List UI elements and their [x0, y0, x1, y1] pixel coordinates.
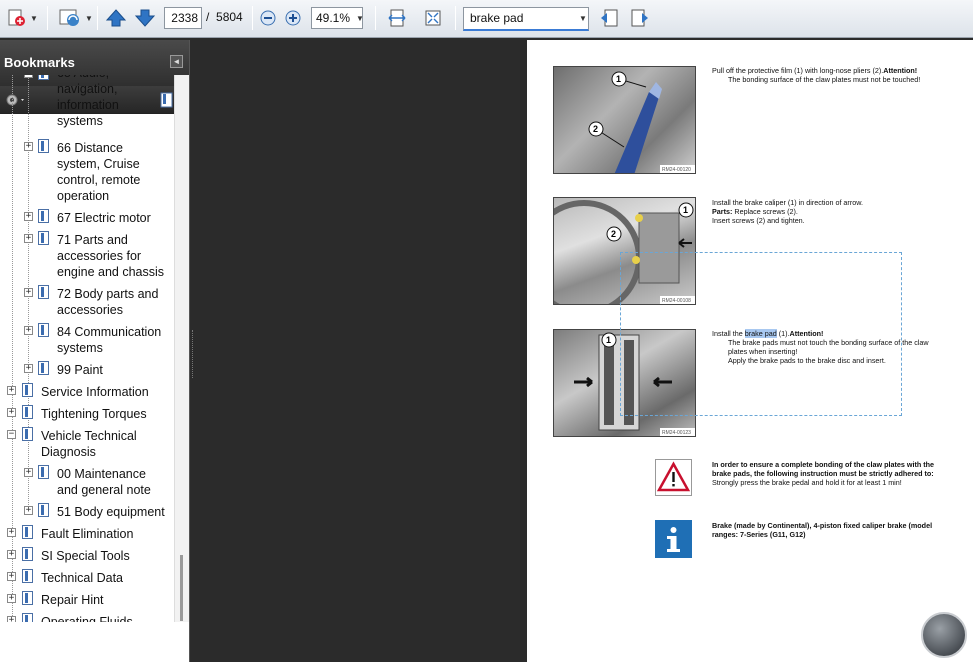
step2-text: Install the brake caliper (1) in directi… — [712, 198, 864, 225]
page-number-input[interactable]: 2338 — [164, 7, 202, 29]
find-previous-icon[interactable] — [598, 7, 620, 29]
step1-text: Pull off the protective film (1) with lo… — [712, 66, 921, 84]
document-page: 1 2 RM24-00120 Pull off the protective f… — [527, 40, 973, 662]
info-icon — [655, 520, 692, 563]
page-count: / 5804 — [206, 10, 243, 24]
search-input[interactable]: brake pad — [463, 7, 589, 31]
chevron-down-icon[interactable]: ▼ — [578, 7, 588, 29]
collapse-panel-icon[interactable]: ◄ — [170, 55, 183, 68]
bookmarks-title: Bookmarks — [4, 55, 75, 70]
create-pdf-icon[interactable] — [5, 7, 29, 29]
chevron-down-icon[interactable]: ▼ — [355, 7, 365, 29]
chevron-down-icon[interactable]: ▼ — [30, 7, 38, 29]
warning-text: In order to ensure a complete bonding of… — [712, 460, 935, 487]
find-next-icon[interactable] — [629, 7, 651, 29]
bookmark-list: + 65 Audio, navigation, information syst… — [0, 75, 174, 622]
toolbar: ▼ ▼ 2338 / 5804 49.1% ▼ brake pad ▼ — [0, 0, 973, 38]
info-text: Brake (made by Continental), 4-piston fi… — [712, 521, 933, 539]
scrollbar-thumb[interactable] — [180, 555, 183, 621]
zoom-out-icon[interactable] — [258, 7, 278, 29]
zoom-in-icon[interactable] — [283, 7, 303, 29]
fit-width-icon[interactable] — [386, 7, 408, 29]
full-screen-icon[interactable] — [422, 7, 444, 29]
splitter-grip[interactable] — [192, 330, 194, 378]
warning-icon — [655, 459, 692, 501]
next-page-icon[interactable] — [133, 7, 157, 29]
chevron-down-icon[interactable]: ▼ — [85, 7, 93, 29]
bookmarks-scrollbar[interactable] — [174, 75, 189, 622]
previous-page-icon[interactable] — [104, 7, 128, 29]
floating-round-button[interactable] — [921, 612, 967, 658]
link-selection-box[interactable] — [620, 252, 902, 416]
photo-protective-film: 1 2 RM24-00120 — [553, 66, 696, 174]
collaborate-icon[interactable] — [56, 7, 84, 29]
